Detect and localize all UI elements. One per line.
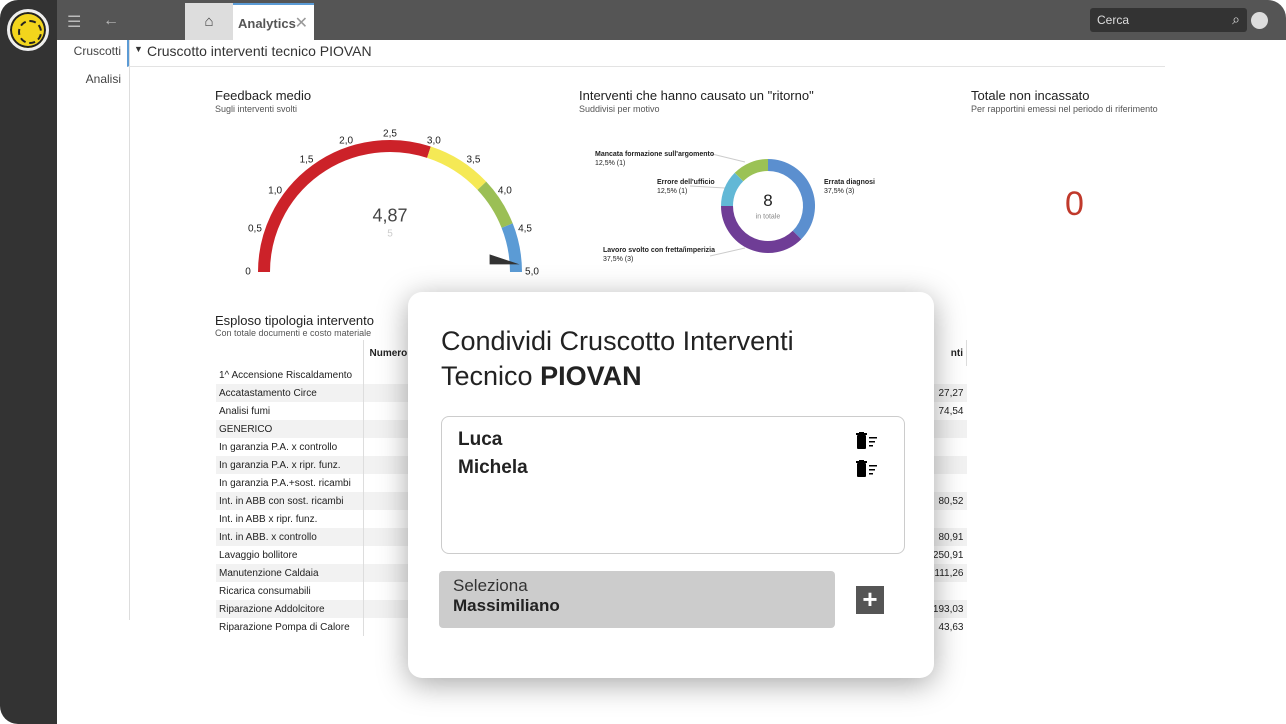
row-name: Int. in ABB. x controllo <box>216 528 364 546</box>
row-name: In garanzia P.A. x ripr. funz. <box>216 456 364 474</box>
row-name: In garanzia P.A. x controllo <box>216 438 364 456</box>
row-name: Accatastamento Circe <box>216 384 364 402</box>
donut-total-label: in totale <box>755 213 781 221</box>
esploso-subtitle: Con totale documenti e costo materiale <box>215 328 372 338</box>
share-dialog: Condividi Cruscotto Interventi Tecnico PI… <box>408 292 934 678</box>
slice-label: Errore dell'ufficio 12,5% (1) <box>657 179 715 195</box>
row-name: Int. in ABB con sost. ricambi <box>216 492 364 510</box>
donut-slice[interactable] <box>721 205 802 253</box>
esploso-title: Esploso tipologia intervento <box>215 313 374 328</box>
dialog-title: Condividi Cruscotto Interventi Tecnico PI… <box>441 326 794 391</box>
select-value: Massimiliano <box>453 596 560 615</box>
row-name: Ricarica consumabili <box>216 582 364 600</box>
user-select[interactable]: Seleziona Massimiliano <box>439 571 835 628</box>
row-name: Lavaggio bollitore <box>216 546 364 564</box>
non-incassato-value: 0 <box>1065 185 1084 223</box>
add-user-button[interactable]: + <box>856 586 884 614</box>
non-incassato-title: Totale non incassato <box>971 88 1090 103</box>
plus-icon: + <box>862 584 878 614</box>
non-incassato-subtitle: Per rapportini emessi nel periodo di rif… <box>971 104 1158 114</box>
delete-icon[interactable] <box>856 460 878 478</box>
slice-label: Lavoro svolto con fretta/imperizia 37,5% … <box>603 247 716 263</box>
donut-slice[interactable] <box>734 159 769 182</box>
row-name: Riparazione Addolcitore <box>216 600 364 618</box>
slice-label: Errata diagnosi 37,5% (3) <box>824 179 875 195</box>
row-name: Manutenzione Caldaia <box>216 564 364 582</box>
shared-user: Michela <box>458 457 528 478</box>
donut-slice[interactable] <box>767 159 815 240</box>
row-name: 1^ Accensione Riscaldamento <box>216 366 364 384</box>
donut-slice[interactable] <box>721 172 744 207</box>
delete-icon[interactable] <box>856 432 878 450</box>
slice-label: Mancata formazione sull'argomento 12,5% (… <box>595 151 715 167</box>
select-label: Seleziona <box>453 576 528 595</box>
row-name: GENERICO <box>216 420 364 438</box>
shared-user: Luca <box>458 429 503 450</box>
row-name: Int. in ABB x ripr. funz. <box>216 510 364 528</box>
row-name: In garanzia P.A.+sost. ricambi <box>216 474 364 492</box>
shared-users-list: Luca Michela <box>441 416 905 554</box>
row-name: Analisi fumi <box>216 402 364 420</box>
col-header <box>216 340 364 366</box>
donut-total: 8 <box>763 191 773 210</box>
row-name: Riparazione Pompa di Calore <box>216 618 364 636</box>
